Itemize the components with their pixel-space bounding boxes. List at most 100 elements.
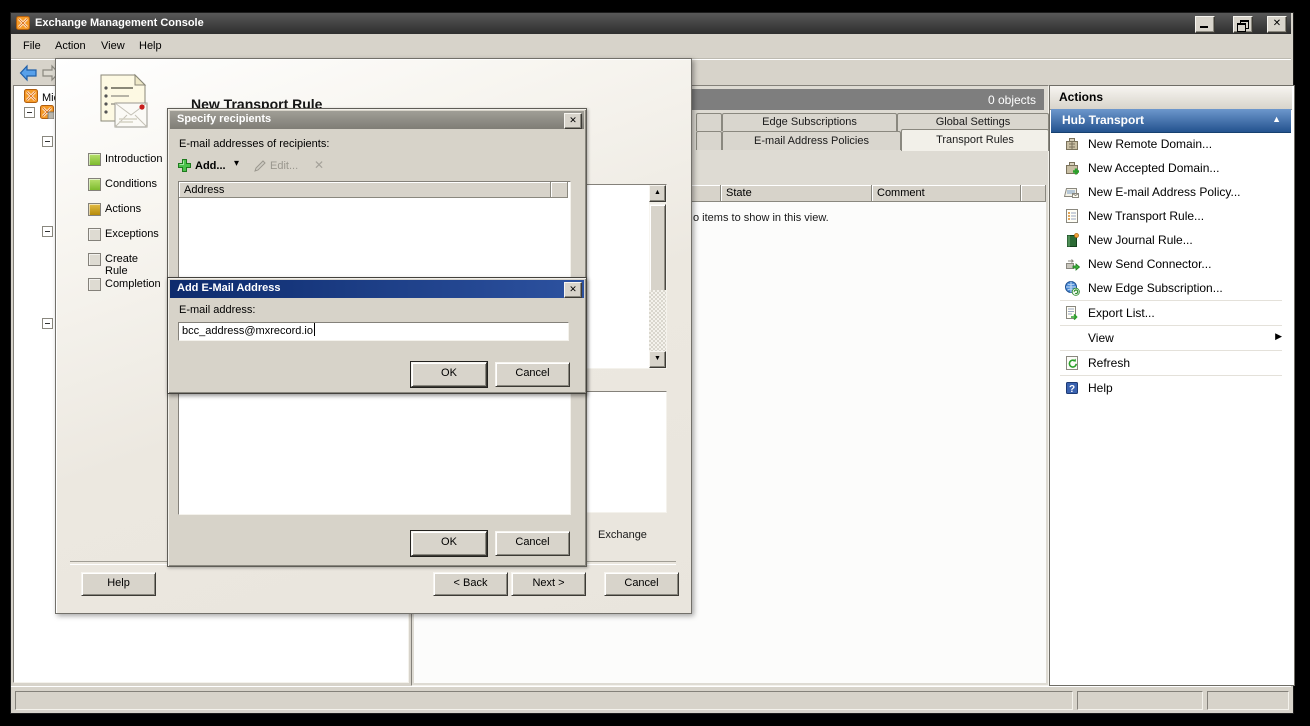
tab-label: Transport Rules xyxy=(936,134,1014,146)
action-item-label: New Edge Subscription... xyxy=(1088,281,1223,295)
text-caret xyxy=(314,323,315,336)
action-item-view[interactable]: View ▶ xyxy=(1051,326,1291,350)
new-journal-rule-icon xyxy=(1064,232,1080,248)
scrollbar-thumb[interactable] xyxy=(649,204,666,292)
scrollbar-track[interactable] xyxy=(649,290,666,351)
recipients-ok-button[interactable]: OK xyxy=(411,531,487,556)
column-header-state[interactable]: State xyxy=(721,185,872,202)
next-button[interactable]: Next > xyxy=(511,572,586,596)
help-icon: ? xyxy=(1064,380,1080,396)
email-address-input[interactable]: bcc_address@mxrecord.io xyxy=(178,322,569,341)
new-transport-rule-icon xyxy=(1064,208,1080,224)
svg-text:?: ? xyxy=(1069,384,1075,395)
column-label: Address xyxy=(184,184,224,196)
tab-email-address-policies[interactable]: E-mail Address Policies xyxy=(722,131,901,150)
tab-stub-row1[interactable] xyxy=(696,113,722,131)
screen: { "window": { "title": "Exchange Managem… xyxy=(0,0,1310,726)
help-button[interactable]: Help xyxy=(81,572,156,596)
tree-node-exchange-icon xyxy=(40,105,54,119)
back-button[interactable]: < Back xyxy=(433,572,508,596)
restore-icon-back xyxy=(1237,23,1246,32)
hub-transport-group-header[interactable]: Hub Transport ▲ xyxy=(1051,109,1291,133)
action-item-label: New Journal Rule... xyxy=(1088,233,1193,247)
recipients-cancel-button[interactable]: Cancel xyxy=(495,531,570,556)
menu-view[interactable]: View xyxy=(101,40,125,52)
add-button[interactable]: Add... xyxy=(195,160,226,172)
scroll-up-icon: ▲ xyxy=(654,189,661,196)
tree-expand-icon-3[interactable] xyxy=(42,226,53,237)
action-item-new-send-connector[interactable]: New Send Connector... xyxy=(1051,252,1291,276)
add-dropdown-caret-icon[interactable]: ▾ xyxy=(234,158,239,169)
status-pane-3 xyxy=(1207,691,1289,710)
address-column-header-end[interactable] xyxy=(551,182,568,198)
menu-file[interactable]: File xyxy=(23,40,41,52)
new-edge-subscription-icon xyxy=(1064,280,1080,296)
export-list-icon xyxy=(1064,305,1080,321)
action-item-new-remote-domain[interactable]: New Remote Domain... xyxy=(1051,132,1291,156)
tab-stub-row2[interactable] xyxy=(696,131,722,150)
action-item-new-email-address-policy[interactable]: New E-mail Address Policy... xyxy=(1051,180,1291,204)
close-icon[interactable]: ✕ xyxy=(564,113,582,129)
menu-action[interactable]: Action xyxy=(55,40,86,52)
delete-x-icon[interactable]: ✕ xyxy=(314,158,324,172)
tree-root-exchange-icon xyxy=(24,89,38,103)
step-label: Actions xyxy=(105,203,141,215)
wizard-cancel-button[interactable]: Cancel xyxy=(604,572,679,596)
action-item-new-journal-rule[interactable]: New Journal Rule... xyxy=(1051,228,1291,252)
address-column-header[interactable]: Address xyxy=(179,182,551,198)
scroll-up-button[interactable]: ▲ xyxy=(649,185,666,202)
scroll-down-icon: ▼ xyxy=(654,355,661,362)
window-title: Exchange Management Console xyxy=(35,17,204,29)
new-remote-domain-icon xyxy=(1064,136,1080,152)
tree-expand-icon-4[interactable] xyxy=(42,318,53,329)
menu-bar: File Action View Help xyxy=(11,34,1291,59)
minimize-button[interactable] xyxy=(1195,16,1215,33)
action-item-new-accepted-domain[interactable]: New Accepted Domain... xyxy=(1051,156,1291,180)
tab-transport-rules[interactable]: Transport Rules xyxy=(901,129,1049,151)
actions-pane: Actions Hub Transport ▲ New Remote Domai… xyxy=(1049,85,1295,686)
step-label: Introduction xyxy=(105,153,162,165)
menu-help[interactable]: Help xyxy=(139,40,162,52)
transport-rule-doc-icon xyxy=(94,73,152,135)
objects-count: 0 objects xyxy=(988,93,1036,107)
specify-recipients-titlebar[interactable]: Specify recipients ✕ xyxy=(170,111,584,129)
scroll-down-button[interactable]: ▼ xyxy=(649,351,666,368)
window-titlebar[interactable]: Exchange Management Console ✕ xyxy=(11,13,1291,34)
column-label: State xyxy=(726,187,752,199)
tree-expand-icon-2[interactable] xyxy=(42,136,53,147)
back-icon[interactable] xyxy=(19,64,38,82)
status-pane-2 xyxy=(1077,691,1203,710)
action-item-refresh[interactable]: Refresh xyxy=(1051,351,1291,375)
action-item-label: Refresh xyxy=(1088,356,1130,370)
exchange-logo-icon xyxy=(16,16,30,30)
actions-pane-header: Actions xyxy=(1050,86,1292,110)
close-button[interactable]: ✕ xyxy=(1267,16,1287,33)
status-bar xyxy=(11,686,1291,713)
dialog-title: Add E-Mail Address xyxy=(177,282,281,294)
column-header-comment[interactable]: Comment xyxy=(872,185,1021,202)
action-item-export-list[interactable]: Export List... xyxy=(1051,301,1291,325)
tree-expand-icon-1[interactable] xyxy=(24,107,35,118)
submenu-arrow-icon: ▶ xyxy=(1275,331,1282,342)
step-status-icon xyxy=(88,203,101,216)
step-status-icon xyxy=(88,228,101,241)
column-header-end[interactable] xyxy=(1021,185,1046,202)
restore-button[interactable] xyxy=(1233,16,1253,33)
action-item-help[interactable]: ? Help xyxy=(1051,376,1291,400)
close-icon[interactable]: ✕ xyxy=(564,282,582,298)
vertical-scrollbar[interactable]: ▲ ▼ xyxy=(649,185,666,366)
recipients-label: E-mail addresses of recipients: xyxy=(179,138,329,150)
add-email-address-titlebar[interactable]: Add E-Mail Address ✕ xyxy=(170,280,584,298)
tab-label: Edge Subscriptions xyxy=(762,116,857,128)
step-label: Conditions xyxy=(105,178,157,190)
action-item-new-transport-rule[interactable]: New Transport Rule... xyxy=(1051,204,1291,228)
group-header-label: Hub Transport xyxy=(1062,113,1144,127)
action-item-new-edge-subscription[interactable]: New Edge Subscription... xyxy=(1051,276,1291,300)
step-status-icon xyxy=(88,253,101,266)
edit-button[interactable]: Edit... xyxy=(270,160,298,172)
add-address-cancel-button[interactable]: Cancel xyxy=(495,362,570,387)
add-address-ok-button[interactable]: OK xyxy=(411,362,487,387)
tab-edge-subscriptions[interactable]: Edge Subscriptions xyxy=(722,113,897,131)
collapse-chevron-icon[interactable]: ▲ xyxy=(1272,114,1281,124)
edit-pencil-icon xyxy=(253,159,267,173)
